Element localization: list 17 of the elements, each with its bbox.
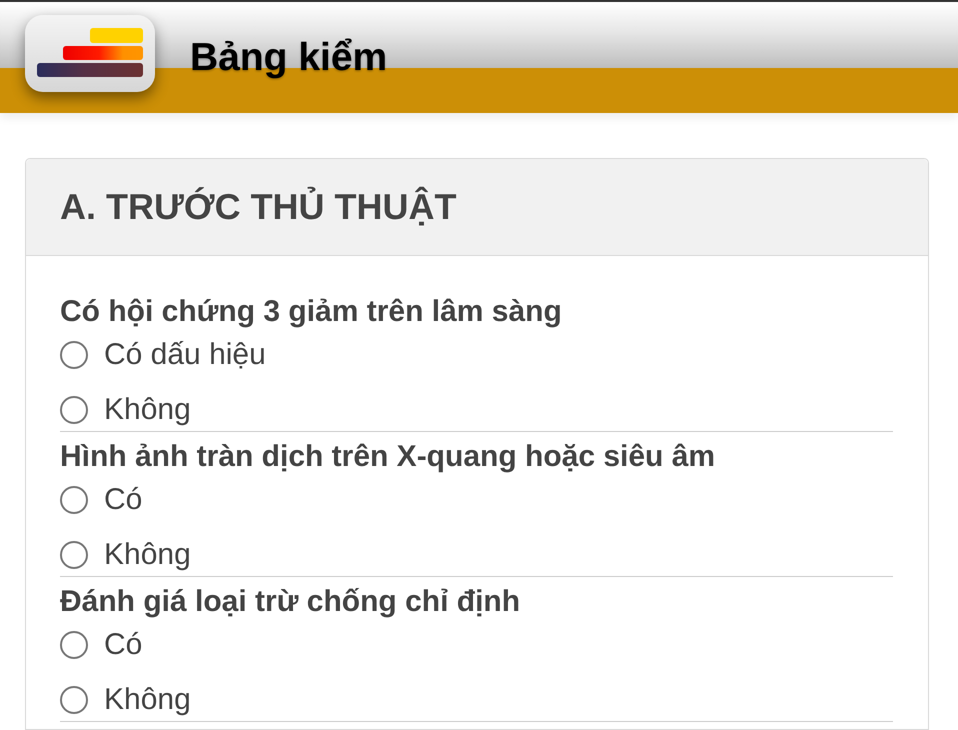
radio-button[interactable]	[60, 486, 88, 514]
question-text: Hình ảnh tràn dịch trên X-quang hoặc siêu âm	[60, 439, 716, 475]
radio-button[interactable]	[60, 631, 88, 659]
radio-button[interactable]	[60, 686, 88, 714]
option-label[interactable]: Có dấu hiệu	[104, 337, 266, 373]
question-text: Có hội chứng 3 giảm trên lâm sàng	[60, 294, 563, 330]
option-label[interactable]: Có	[104, 627, 142, 663]
option-label[interactable]: Có	[104, 482, 142, 518]
section-title: A. TRƯỚC THỦ THUẬT	[60, 186, 457, 228]
option-label[interactable]: Không	[104, 392, 191, 428]
option-label[interactable]: Không	[104, 682, 191, 718]
app-logo-icon	[25, 15, 155, 92]
radio-button[interactable]	[60, 541, 88, 569]
radio-button[interactable]	[60, 396, 88, 424]
question-text: Đánh giá loại trừ chống chỉ định	[60, 584, 522, 620]
radio-button[interactable]	[60, 341, 88, 369]
option-label[interactable]: Không	[104, 537, 191, 573]
